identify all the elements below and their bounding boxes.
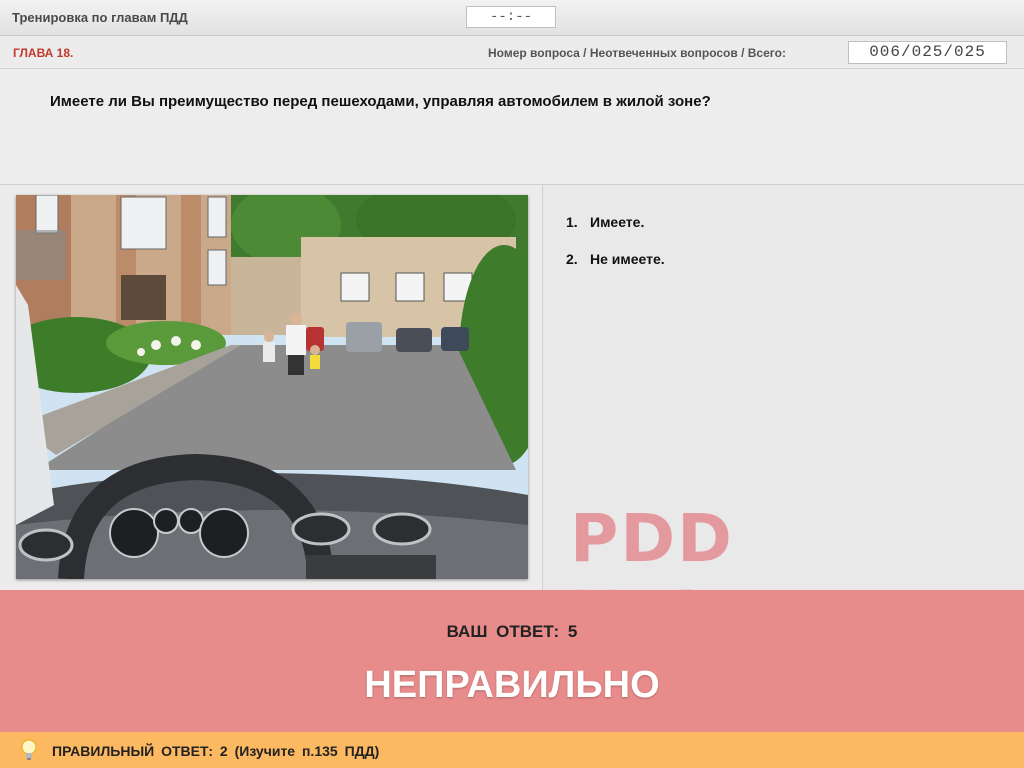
- answer-list: 1. Имеете. 2. Не имеете.: [566, 214, 665, 288]
- answer-label: Имеете.: [590, 214, 645, 230]
- verdict-text: НЕПРАВИЛЬНО: [364, 664, 660, 706]
- question-image: [16, 195, 528, 579]
- app-title: Тренировка по главам ПДД: [12, 10, 188, 25]
- result-panel: ВАШ ОТВЕТ: 5 НЕПРАВИЛЬНО: [0, 590, 1024, 732]
- answer-number: 1.: [566, 214, 578, 230]
- top-bar: Тренировка по главам ПДД --:--: [0, 0, 1024, 36]
- answer-label: Не имеете.: [590, 251, 665, 267]
- question-counter: 006/025/025: [848, 41, 1007, 64]
- timer: --:--: [466, 6, 556, 28]
- question-text: Имеете ли Вы преимущество перед пешехода…: [50, 93, 711, 110]
- correct-answer-text: ПРАВИЛЬНЫЙ ОТВЕТ: 2 (Изучите п.135 ПДД): [52, 743, 380, 759]
- answer-option-2[interactable]: 2. Не имеете.: [566, 251, 665, 267]
- question-counter-label: Номер вопроса / Неотвеченных вопросов / …: [488, 46, 786, 60]
- picture-panel: [0, 185, 543, 590]
- chapter-title: ГЛАВА 18.: [13, 46, 74, 60]
- question-area: Имеете ли Вы преимущество перед пешехода…: [0, 69, 1024, 185]
- lightbulb-icon: [21, 739, 37, 760]
- your-answer-text: ВАШ ОТВЕТ: 5: [446, 622, 578, 641]
- answer-number: 2.: [566, 251, 578, 267]
- answer-option-1[interactable]: 1. Имеете.: [566, 214, 665, 230]
- correct-answer-bar: ПРАВИЛЬНЫЙ ОТВЕТ: 2 (Изучите п.135 ПДД): [0, 732, 1024, 768]
